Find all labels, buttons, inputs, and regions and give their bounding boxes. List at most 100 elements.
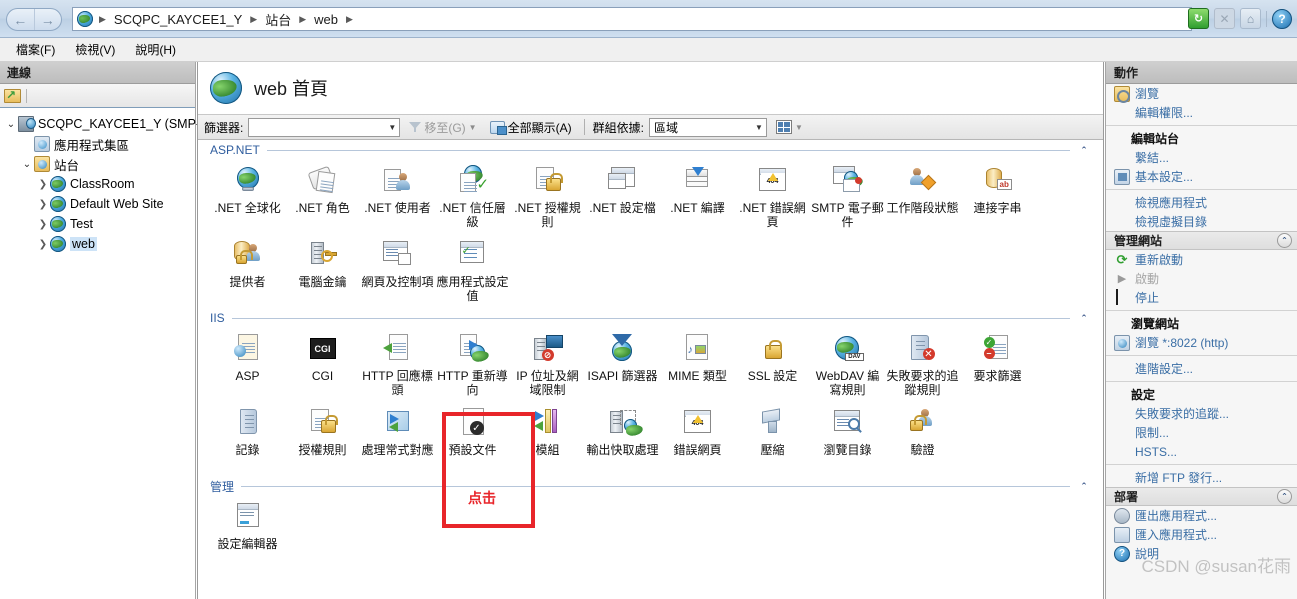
feature-item-net-users[interactable]: .NET 使用者	[360, 160, 435, 234]
feature-item-providers[interactable]: 提供者	[210, 234, 285, 308]
cgi-icon: CGI	[306, 333, 340, 365]
breadcrumb-item-web[interactable]: web	[312, 8, 340, 30]
collapse-group-icon[interactable]: ⌃	[1277, 489, 1292, 504]
feature-item-mime-types[interactable]: ♪ MIME 類型	[660, 328, 735, 402]
feature-item-net-globalization[interactable]: .NET 全球化	[210, 160, 285, 234]
chevron-down-icon[interactable]: ⌄	[20, 159, 34, 170]
error-pages-icon: 404	[681, 407, 715, 439]
action-item[interactable]: 失敗要求的追蹤...	[1106, 404, 1297, 423]
feature-item-http-redirect[interactable]: HTTP 重新導向	[435, 328, 510, 402]
menu-item-file[interactable]: 檔案(F)	[6, 39, 65, 60]
site-icon	[50, 216, 66, 232]
action-item[interactable]: 基本設定...	[1106, 167, 1297, 186]
feature-item-net-authorization-rules[interactable]: .NET 授權規則	[510, 160, 585, 234]
feature-item-default-document[interactable]: ✓ 預設文件	[435, 402, 510, 476]
group-by-select[interactable]: 區域 ▼	[648, 117, 767, 137]
tree-item-classroom[interactable]: ❯ ClassRoom	[4, 174, 195, 194]
feature-item-authorization-rules[interactable]: 授權規則	[285, 402, 360, 476]
feature-item-pages-and-controls[interactable]: 網頁及控制項	[360, 234, 435, 308]
feature-item-net-error-pages[interactable]: 404 .NET 錯誤網頁	[735, 160, 810, 234]
show-all-button[interactable]: 全部顯示(A)	[486, 118, 576, 137]
address-breadcrumb-bar[interactable]: ▶ SCQPC_KAYCEE1_Y ▶ 站台 ▶ web ▶	[72, 7, 1192, 31]
chevron-right-icon[interactable]: ❯	[36, 219, 50, 230]
view-mode-button[interactable]: ▼	[772, 119, 807, 135]
tree-item-test[interactable]: ❯ Test	[4, 214, 195, 234]
action-item[interactable]: 匯出應用程式...	[1106, 506, 1297, 525]
action-item[interactable]: 繫結...	[1106, 148, 1297, 167]
feature-item-net-compilation[interactable]: .NET 編譯	[660, 160, 735, 234]
feature-item-error-pages[interactable]: 404 錯誤網頁	[660, 402, 735, 476]
feature-item-configuration-editor[interactable]: 設定編輯器	[210, 496, 285, 570]
feature-item-http-response-headers[interactable]: HTTP 回應標頭	[360, 328, 435, 402]
collapse-section-icon[interactable]: ⌃	[1077, 145, 1091, 156]
feature-item-modules[interactable]: 模組	[510, 402, 585, 476]
feature-item-connection-strings[interactable]: ab 連接字串	[960, 160, 1035, 234]
action-item[interactable]: 匯入應用程式...	[1106, 525, 1297, 544]
connections-pane: 連線 ⌄ SCQPC_KAYCEE1_Y (SMP-C 應用程式集區 ⌄ 站台 ❯ Clas…	[0, 62, 209, 599]
feature-item-authentication[interactable]: 驗證	[885, 402, 960, 476]
chevron-down-icon[interactable]: ⌄	[4, 119, 18, 130]
collapse-section-icon[interactable]: ⌃	[1077, 313, 1091, 324]
feature-item-machine-key[interactable]: 電腦金鑰	[285, 234, 360, 308]
net-error-pages-icon: 404	[756, 165, 790, 197]
feature-item-smtp-email[interactable]: SMTP 電子郵件	[810, 160, 885, 234]
feature-item-ssl-settings[interactable]: SSL 設定	[735, 328, 810, 402]
show-all-icon	[489, 120, 507, 135]
feature-item-label: 壓縮	[760, 443, 785, 457]
tree-item-站台[interactable]: ⌄ 站台	[4, 154, 195, 174]
home-icon[interactable]: ⌂	[1240, 8, 1261, 29]
action-item[interactable]: 限制...	[1106, 423, 1297, 442]
feature-item-failed-request-tracing-rules[interactable]: ✕ 失敗要求的追蹤規則	[885, 328, 960, 402]
tree-item-scqpc_kaycee1_y[interactable]: ⌄ SCQPC_KAYCEE1_Y (SMP-C	[4, 114, 209, 134]
tree-item-應用程式集區[interactable]: 應用程式集區	[4, 134, 195, 154]
action-item[interactable]: 瀏覽	[1106, 84, 1297, 103]
feature-item-asp[interactable]: ASP	[210, 328, 285, 402]
chevron-right-icon[interactable]: ❯	[36, 199, 50, 210]
feature-item-webdav-authoring-rules[interactable]: DAV WebDAV 編寫規則	[810, 328, 885, 402]
menu-item-help[interactable]: 說明(H)	[125, 39, 186, 60]
action-item[interactable]: 編輯權限...	[1106, 103, 1297, 122]
filter-input[interactable]: ▼	[248, 117, 401, 137]
actions-group-title: 管理網站	[1114, 234, 1163, 248]
collapse-group-icon[interactable]: ⌃	[1277, 233, 1292, 248]
action-item[interactable]: 檢視應用程式	[1106, 193, 1297, 212]
menu-item-view[interactable]: 檢視(V)	[65, 39, 125, 60]
tree-item-default[interactable]: ❯ Default Web Site	[4, 194, 195, 214]
feature-item-directory-browsing[interactable]: 瀏覽目錄	[810, 402, 885, 476]
feature-item-compression[interactable]: 壓縮	[735, 402, 810, 476]
action-item[interactable]: 新增 FTP 發行...	[1106, 468, 1297, 487]
feature-item-handler-mappings[interactable]: 處理常式對應	[360, 402, 435, 476]
chevron-right-icon[interactable]: ❯	[36, 179, 50, 190]
feature-item-request-filtering[interactable]: ✓ – 要求篩選	[960, 328, 1035, 402]
feature-item-application-settings[interactable]: ✓ 應用程式設定值	[435, 234, 510, 308]
go-button[interactable]: 移至(G) ▼	[405, 118, 480, 137]
action-item-label: HSTS...	[1135, 444, 1178, 459]
collapse-section-icon[interactable]: ⌃	[1077, 481, 1091, 492]
feature-item-net-roles[interactable]: .NET 角色	[285, 160, 360, 234]
chevron-right-icon[interactable]: ❯	[36, 239, 50, 250]
tree-item-web[interactable]: ❯ web	[4, 234, 195, 254]
feature-item-session-state[interactable]: 工作階段狀態	[885, 160, 960, 234]
action-item[interactable]: ⟳ 重新啟動	[1106, 250, 1297, 269]
feature-item-ip-address-domain-restrictions[interactable]: ⊘ IP 位址及網域限制	[510, 328, 585, 402]
breadcrumb-item-sites[interactable]: 站台	[263, 8, 293, 30]
action-item[interactable]: 停止	[1106, 288, 1297, 307]
action-item[interactable]: HSTS...	[1106, 442, 1297, 461]
action-item[interactable]: 檢視虛擬目錄	[1106, 212, 1297, 231]
help-icon[interactable]: ?	[1272, 8, 1292, 29]
back-button[interactable]: ←	[7, 9, 35, 30]
feature-item-net-trust-levels[interactable]: ✓ .NET 信任層級	[435, 160, 510, 234]
feature-item-net-profile[interactable]: .NET 設定檔	[585, 160, 660, 234]
feature-item-logging[interactable]: 記錄	[210, 402, 285, 476]
page-title: web 首頁	[254, 79, 329, 99]
forward-button[interactable]: →	[35, 9, 62, 30]
action-item[interactable]: 進階設定...	[1106, 359, 1297, 378]
feature-item-isapi-filters[interactable]: ISAPI 篩選器	[585, 328, 660, 402]
action-item[interactable]: 瀏覽 *:8022 (http)	[1106, 333, 1297, 352]
feature-item-cgi[interactable]: CGI CGI	[285, 328, 360, 402]
feature-item-output-caching[interactable]: 輸出快取處理	[585, 402, 660, 476]
breadcrumb-item-server[interactable]: SCQPC_KAYCEE1_Y	[112, 8, 244, 30]
connections-toolbar	[0, 84, 195, 108]
refresh-icon[interactable]: ↻	[1188, 8, 1209, 29]
add-connection-icon[interactable]	[4, 88, 21, 103]
